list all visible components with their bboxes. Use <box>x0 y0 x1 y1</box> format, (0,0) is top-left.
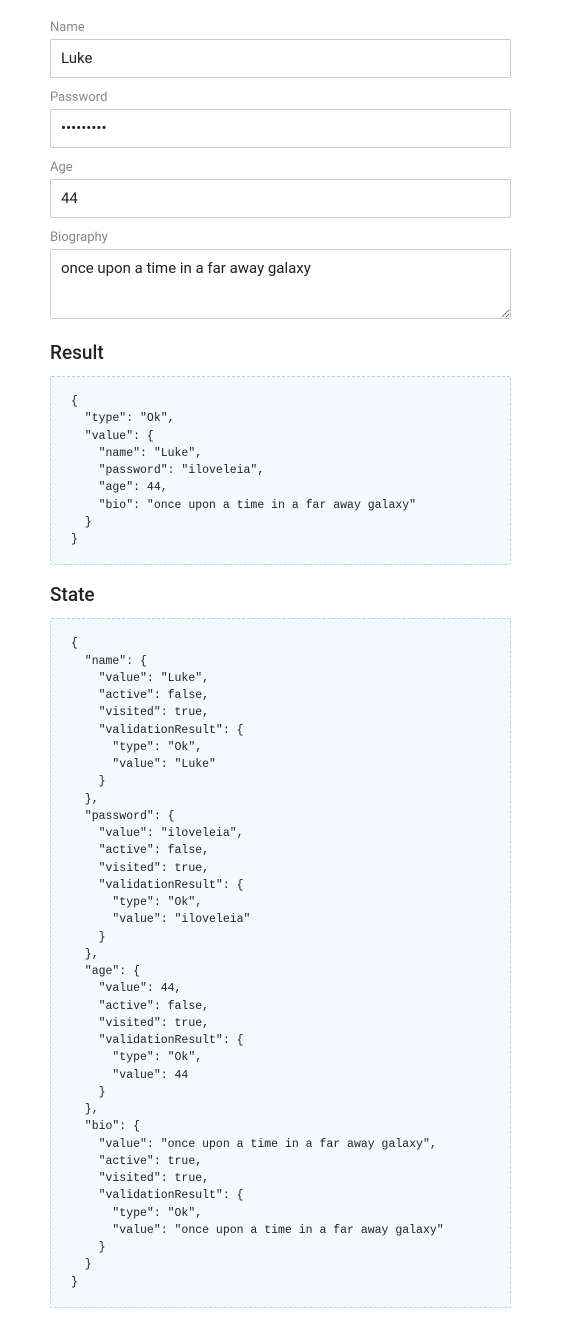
name-input[interactable] <box>50 39 511 78</box>
biography-field-group: Biography once upon a time in a far away… <box>50 230 511 323</box>
biography-label: Biography <box>50 230 511 245</box>
biography-input[interactable]: once upon a time in a far away galaxy <box>50 249 511 319</box>
password-field-group: Password <box>50 90 511 148</box>
password-label: Password <box>50 90 511 105</box>
age-field-group: Age <box>50 160 511 218</box>
state-heading: State <box>50 583 511 606</box>
name-label: Name <box>50 20 511 35</box>
result-code-block: { "type": "Ok", "value": { "name": "Luke… <box>50 376 511 565</box>
state-code-block: { "name": { "value": "Luke", "active": f… <box>50 618 511 1308</box>
result-heading: Result <box>50 341 511 364</box>
name-field-group: Name <box>50 20 511 78</box>
age-input[interactable] <box>50 179 511 218</box>
password-input[interactable] <box>50 109 511 148</box>
age-label: Age <box>50 160 511 175</box>
